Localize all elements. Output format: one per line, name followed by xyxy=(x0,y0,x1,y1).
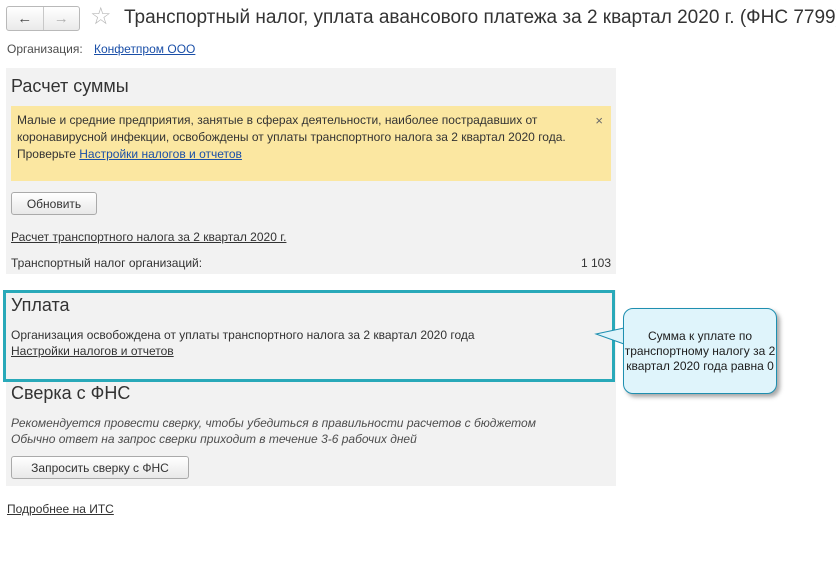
warning-settings-link[interactable]: Настройки налогов и отчетов xyxy=(79,147,242,161)
calc-section-title: Расчет суммы xyxy=(11,76,129,96)
organization-label: Организация: xyxy=(7,42,83,56)
reconciliation-hint-1: Рекомендуется провести сверку, чтобы убе… xyxy=(11,416,536,430)
warning-check-prefix: Проверьте xyxy=(17,147,76,161)
reconciliation-section-title: Сверка с ФНС xyxy=(11,383,131,403)
reconciliation-hint-2: Обычно ответ на запрос сверки приходит в… xyxy=(11,432,417,446)
request-reconciliation-button[interactable]: Запросить сверку с ФНС xyxy=(11,456,189,479)
refresh-button[interactable]: Обновить xyxy=(11,192,97,215)
tax-label: Транспортный налог организаций: xyxy=(11,256,203,270)
calc-report-link[interactable]: Расчет транспортного налога за 2 квартал… xyxy=(11,230,286,244)
highlight-frame xyxy=(3,290,615,382)
organization-link[interactable]: Конфетпром ООО xyxy=(94,42,195,56)
warning-message: Малые и средние предприятия, занятые в с… xyxy=(17,113,566,144)
more-info-link[interactable]: Подробнее на ИТС xyxy=(7,502,114,516)
forward-arrow-icon[interactable]: → xyxy=(42,7,80,30)
favorite-star-icon[interactable]: ☆ xyxy=(90,4,112,30)
navigation-buttons: ← → xyxy=(6,6,80,31)
page-title: Транспортный налог, уплата авансового пл… xyxy=(124,7,836,28)
tax-value: 1 103 xyxy=(580,256,611,270)
back-arrow-icon[interactable]: ← xyxy=(7,7,43,30)
callout-note: Сумма к уплате по транспортному налогу з… xyxy=(623,308,777,394)
close-icon[interactable]: × xyxy=(595,113,603,128)
warning-banner: Малые и средние предприятия, занятые в с… xyxy=(11,106,611,181)
warning-text-block: Малые и средние предприятия, занятые в с… xyxy=(17,112,577,163)
